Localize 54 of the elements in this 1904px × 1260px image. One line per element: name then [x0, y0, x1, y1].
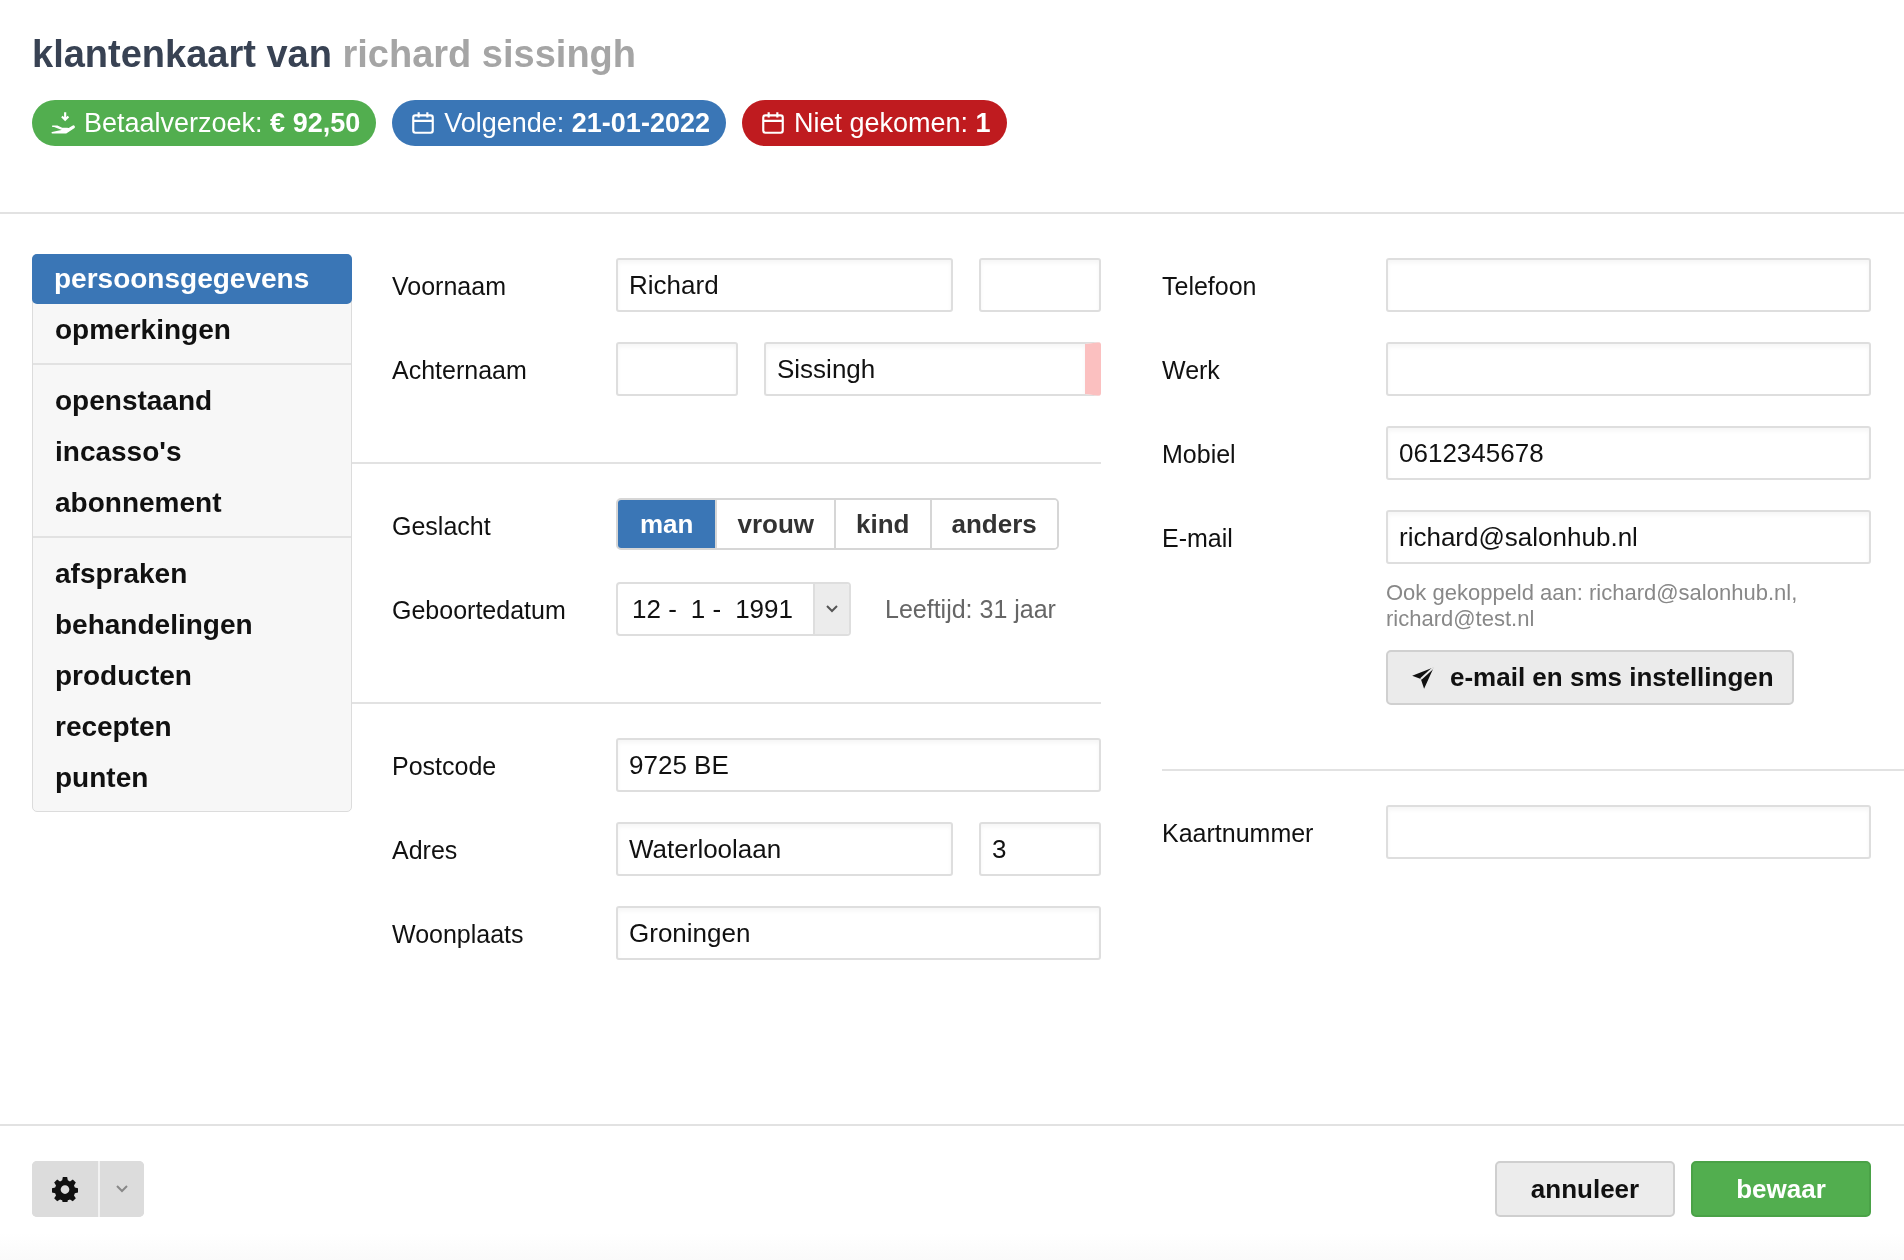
- calendar-icon: [759, 110, 786, 136]
- field-label: Kaartnummer: [1162, 818, 1315, 849]
- sidebar-item[interactable]: incasso's: [33, 426, 351, 477]
- field-label: Geboortedatum: [392, 595, 567, 626]
- field-label: Woonplaats: [392, 919, 525, 950]
- input-field[interactable]: 9725 BE: [616, 738, 1101, 792]
- field-label: Mobiel: [1162, 439, 1237, 470]
- age-text: Leeftijd: 31 jaar: [885, 594, 1056, 624]
- sidebar-item[interactable]: recepten: [33, 701, 351, 752]
- input-field[interactable]: 0612345678: [1386, 426, 1871, 480]
- sidebar-item[interactable]: opmerkingen: [33, 304, 351, 355]
- field-label: Achternaam: [392, 355, 528, 386]
- send-icon: [1410, 664, 1436, 691]
- sidebar-item[interactable]: punten: [33, 752, 351, 803]
- sidebar-item[interactable]: openstaand: [33, 375, 351, 426]
- calendar-icon: [410, 110, 437, 136]
- sidebar-item[interactable]: persoonsgegevens: [32, 254, 352, 304]
- page-title: klantenkaart van richard sissingh: [32, 32, 638, 77]
- input-field[interactable]: Sissingh: [764, 342, 1101, 396]
- settings-button[interactable]: [32, 1161, 100, 1217]
- field-label: E-mail: [1162, 523, 1234, 554]
- field-label: Postcode: [392, 751, 498, 782]
- linked-emails-note: Ook gekoppeld aan: richard@salonhub.nl, richard@test.nl: [1386, 580, 1799, 632]
- status-badge: Betaalverzoek: € 92,50: [32, 100, 377, 146]
- gender-option[interactable]: man: [618, 500, 716, 548]
- input-field[interactable]: 3: [979, 822, 1101, 876]
- sidebar-item[interactable]: abonnement: [33, 477, 351, 528]
- chevron-down-icon: [826, 605, 838, 613]
- status-badge: Niet gekomen: 1: [741, 100, 1007, 146]
- hand-coin-icon: [50, 110, 76, 136]
- status-badge: Volgende: 21-01-2022: [392, 100, 726, 146]
- cancel-button[interactable]: annuleer: [1495, 1161, 1675, 1217]
- sidebar-item[interactable]: producten: [33, 650, 351, 701]
- field-label: Adres: [392, 835, 459, 866]
- input-field[interactable]: Waterloolaan: [616, 822, 953, 876]
- input-field[interactable]: [979, 258, 1101, 312]
- field-label: Voornaam: [392, 271, 507, 302]
- sidebar-item[interactable]: behandelingen: [33, 599, 351, 650]
- input-field[interactable]: [1386, 342, 1871, 396]
- input-field[interactable]: [1386, 805, 1871, 859]
- field-label: Geslacht: [392, 511, 492, 542]
- gender-option[interactable]: anders: [929, 500, 1057, 548]
- email-sms-settings-button[interactable]: e-mail en sms instellingen: [1386, 650, 1794, 705]
- field-label: Werk: [1162, 355, 1221, 386]
- input-field[interactable]: [616, 342, 738, 396]
- input-field[interactable]: Richard: [616, 258, 953, 312]
- input-field[interactable]: Groningen: [616, 906, 1101, 960]
- date-field[interactable]: 12 - 1 - 1991: [616, 582, 851, 636]
- sidebar-item[interactable]: afspraken: [33, 548, 351, 599]
- field-label: Telefoon: [1162, 271, 1258, 302]
- input-field[interactable]: richard@salonhub.nl: [1386, 510, 1871, 564]
- chevron-down-icon: [116, 1185, 128, 1193]
- settings-icon: [52, 1176, 78, 1202]
- input-field[interactable]: [1386, 258, 1871, 312]
